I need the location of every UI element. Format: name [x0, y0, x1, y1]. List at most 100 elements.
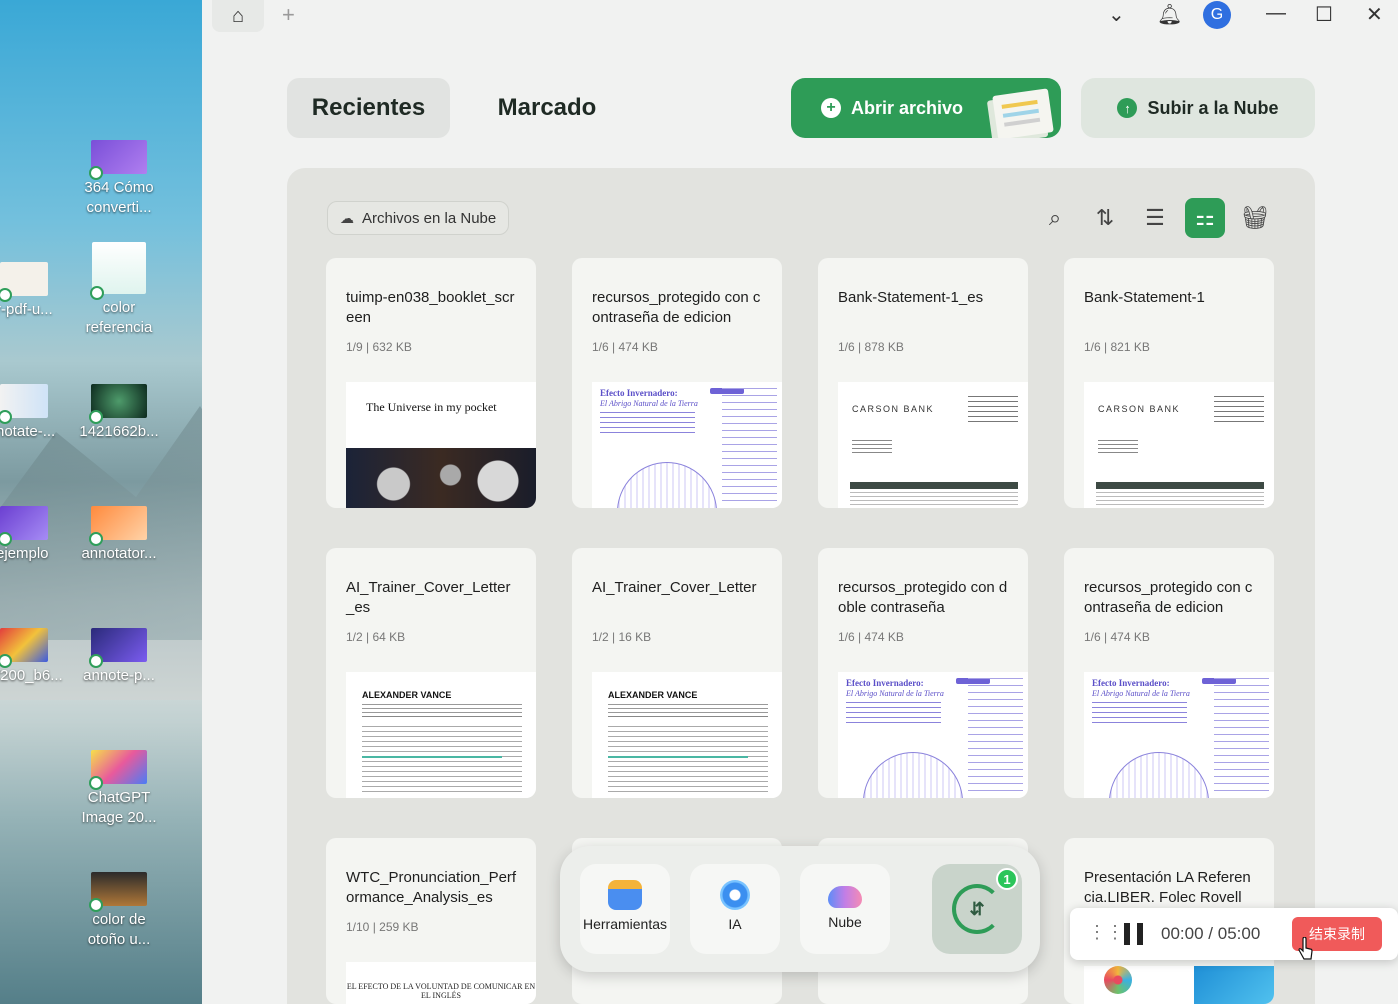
home-icon: ⌂: [231, 4, 245, 27]
desktop-icon[interactable]: color de otoño u...: [74, 872, 164, 950]
desktop-icon[interactable]: notate-...: [0, 384, 66, 442]
list-view-button[interactable]: ☰: [1135, 198, 1175, 238]
file-preview: Efecto Invernadero: El Abrigo Natural de…: [838, 672, 1028, 798]
notifications-button[interactable]: 🔔︎: [1157, 2, 1182, 27]
list-view-icon: ☰: [1145, 205, 1165, 230]
drag-handle-icon[interactable]: ⋮⋮: [1088, 922, 1124, 943]
grid-view-icon: ⚏: [1195, 205, 1215, 230]
preview-side-text: [722, 388, 777, 503]
file-thumbnail-icon: [89, 140, 147, 180]
title-bar: ⌂ + ⌄ 🔔︎ G — ☐ ✕: [202, 0, 1398, 32]
grid-view-button[interactable]: ⚏: [1185, 198, 1225, 238]
dock-item-label: Nube: [828, 914, 862, 930]
preview-text-lines: [608, 704, 768, 714]
file-preview: CARSON BANK: [838, 382, 1028, 508]
desktop-icon[interactable]: f200_b6...: [0, 628, 66, 686]
home-tab[interactable]: ⌂: [212, 0, 264, 32]
tab-recientes[interactable]: Recientes: [287, 78, 450, 138]
file-name: WTC_Pronunciation_Performance_Analysis_e…: [346, 869, 517, 906]
avatar[interactable]: G: [1203, 1, 1231, 29]
preview-title: Efecto Invernadero:: [600, 388, 678, 398]
screen-recorder-bar: ⋮⋮ 00:00 / 05:00 结束录制: [1070, 908, 1398, 960]
desktop-icon[interactable]: 1421662b...: [74, 384, 164, 442]
preview-title: CARSON BANK: [852, 404, 935, 414]
bottom-dock: Herramientas IA Nube ⇵ 1: [560, 846, 1040, 972]
open-file-button[interactable]: + Abrir archivo: [791, 78, 1061, 138]
sync-badge: 1: [996, 868, 1018, 890]
synced-check-icon: [89, 898, 103, 912]
file-card[interactable]: Bank-Statement-1 1/6 | 821 KB CARSON BAN…: [1064, 258, 1274, 508]
close-icon: ✕: [1366, 4, 1383, 26]
chevron-down-icon: ⌄: [1108, 4, 1125, 26]
new-tab-button[interactable]: +: [282, 2, 295, 28]
sync-button[interactable]: ⇵ 1: [932, 864, 1022, 954]
desktop-icon-label: r-pdf-u...: [0, 301, 53, 318]
desktop-icon[interactable]: annotator...: [74, 506, 164, 564]
desktop-icon-label: annote-p...: [83, 667, 155, 684]
ai-icon: [720, 880, 750, 910]
preview-side-text: [1214, 678, 1269, 793]
dock-herramientas[interactable]: Herramientas: [580, 864, 670, 954]
preview-subtitle: El Abrigo Natural de la Tierra: [600, 399, 698, 408]
preview-text-lines: [852, 440, 892, 456]
file-meta: 1/2 | 16 KB: [592, 630, 652, 644]
upload-cloud-button[interactable]: ↑ Subir a la Nube: [1081, 78, 1315, 138]
preview-subtitle: El Abrigo Natural de la Tierra: [1092, 689, 1190, 698]
file-card[interactable]: recursos_protegido con contraseña de edi…: [1064, 548, 1274, 798]
dock-nube[interactable]: Nube: [800, 864, 890, 954]
preview-text-lines: [846, 702, 941, 724]
dropdown-button[interactable]: ⌄: [1108, 2, 1125, 27]
sort-icon: ⇅: [1095, 205, 1115, 230]
desktop-icon-label: f200_b6...: [0, 667, 63, 684]
sync-icon: ⇵: [952, 884, 1002, 934]
file-card[interactable]: AI_Trainer_Cover_Letter_es 1/2 | 64 KB A…: [326, 548, 536, 798]
pause-button[interactable]: [1124, 923, 1144, 945]
desktop-icon[interactable]: annote-p...: [74, 628, 164, 686]
dock-ia[interactable]: IA: [690, 864, 780, 954]
upload-cloud-label: Subir a la Nube: [1147, 97, 1279, 118]
maximize-button[interactable]: ☐: [1315, 2, 1333, 27]
file-card[interactable]: recursos_protegido con doble contraseña …: [818, 548, 1028, 798]
desktop-icon[interactable]: ejemplo: [0, 506, 66, 564]
desktop-icon[interactable]: color referencia: [74, 242, 164, 338]
search-button[interactable]: ⌕: [1035, 198, 1075, 238]
file-card[interactable]: WTC_Pronunciation_Performance_Analysis_e…: [326, 838, 536, 1004]
total-time: 05:00: [1217, 924, 1261, 943]
file-preview: ALEXANDER VANCE: [346, 672, 536, 798]
maximize-icon: ☐: [1315, 4, 1333, 26]
file-card[interactable]: Bank-Statement-1_es 1/6 | 878 KB CARSON …: [818, 258, 1028, 508]
close-button[interactable]: ✕: [1366, 2, 1383, 27]
desktop-icon[interactable]: ChatGPT Image 20...: [74, 750, 164, 828]
desktop-icon[interactable]: r-pdf-u...: [0, 262, 66, 320]
file-card[interactable]: tuimp-en038_booklet_screen 1/9 | 632 KB …: [326, 258, 536, 508]
preview-subtitle: El Abrigo Natural de la Tierra: [846, 689, 944, 698]
file-preview: ALEXANDER VANCE: [592, 672, 782, 798]
dock-item-label: Herramientas: [582, 916, 668, 932]
desktop-wallpaper-lake: [0, 700, 202, 1004]
file-card[interactable]: AI_Trainer_Cover_Letter 1/2 | 16 KB ALEX…: [572, 548, 782, 798]
synced-check-icon: [90, 286, 104, 300]
slide-image-icon: [1194, 966, 1274, 1004]
preview-divider: [362, 716, 522, 717]
time-separator: /: [1208, 924, 1214, 943]
desktop: 364 Cómo converti... r-pdf-u... color re…: [0, 0, 202, 1004]
preview-text-lines: [1214, 396, 1264, 426]
plus-icon: +: [282, 2, 295, 27]
file-name: recursos_protegido con contraseña de edi…: [592, 289, 761, 326]
file-card[interactable]: recursos_protegido con contraseña de edi…: [572, 258, 782, 508]
preview-text-lines: [1098, 440, 1138, 456]
sort-button[interactable]: ⇅: [1085, 198, 1125, 238]
minimize-button[interactable]: —: [1266, 2, 1286, 25]
desktop-icon[interactable]: 364 Cómo converti...: [74, 140, 164, 218]
basket-button[interactable]: 🧺︎: [1235, 198, 1275, 238]
cloud-files-filter[interactable]: ☁ Archivos en la Nube: [327, 201, 510, 235]
preview-highlight: [362, 756, 502, 758]
tab-marcado[interactable]: Marcado: [482, 78, 612, 138]
file-thumbnail-icon: [0, 262, 48, 302]
preview-body-lines: [362, 726, 522, 796]
globe-icon: [863, 752, 963, 798]
basket-icon: 🧺︎: [1241, 205, 1269, 230]
desktop-icon-label: color de otoño u...: [87, 911, 151, 948]
desktop-icon-label: ejemplo: [0, 545, 49, 562]
synced-check-icon: [0, 654, 12, 668]
